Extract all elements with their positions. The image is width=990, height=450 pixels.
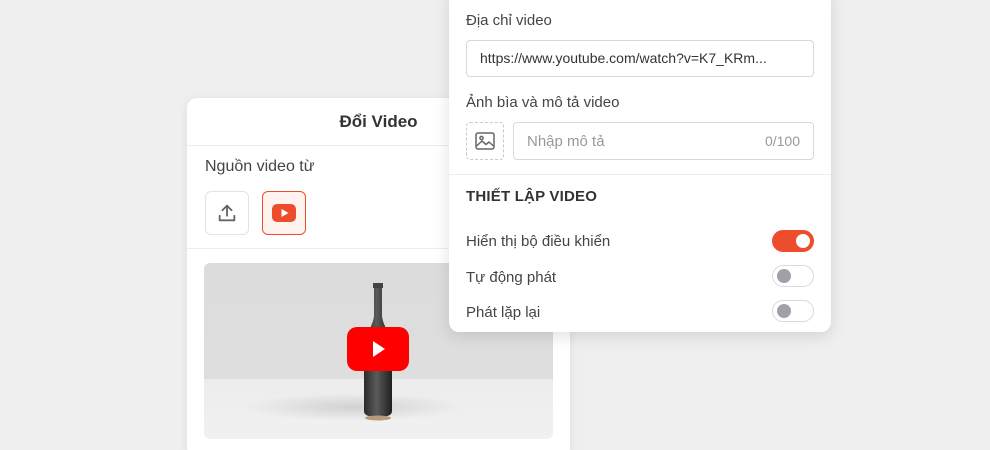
youtube-icon [272,204,296,222]
loop-toggle[interactable] [772,300,814,322]
divider [449,174,831,175]
description-input[interactable]: Nhập mô tả 0/100 [513,122,814,160]
toggle-knob [777,304,791,318]
video-url-input[interactable]: https://www.youtube.com/watch?v=K7_KRm..… [466,40,814,77]
video-source-label: Nguồn video từ [205,158,315,175]
toggle-knob [796,234,810,248]
toggle-knob [777,269,791,283]
description-counter: 0/100 [764,133,800,149]
cover-image-upload[interactable] [466,122,504,160]
show-controls-label: Hiển thị bộ điều khiển [466,233,611,250]
upload-icon [218,204,236,222]
cover-description-label: Ảnh bìa và mô tả video [466,94,620,111]
upload-source-button[interactable] [205,191,249,235]
video-settings-panel: Địa chỉ video https://www.youtube.com/wa… [449,0,831,332]
description-placeholder: Nhập mô tả [527,132,605,150]
video-url-label: Địa chỉ video [466,12,552,29]
youtube-play-button[interactable] [347,327,409,371]
loop-label: Phát lặp lại [466,304,541,321]
image-icon [475,132,495,150]
youtube-source-button[interactable] [262,191,306,235]
show-controls-toggle[interactable] [772,230,814,252]
video-settings-title: THIẾT LẬP VIDEO [466,188,598,205]
play-icon [373,341,385,357]
autoplay-label: Tự động phát [466,269,557,286]
stage: Đổi Video Nguồn video từ Địa chỉ video h… [0,0,990,450]
autoplay-toggle[interactable] [772,265,814,287]
